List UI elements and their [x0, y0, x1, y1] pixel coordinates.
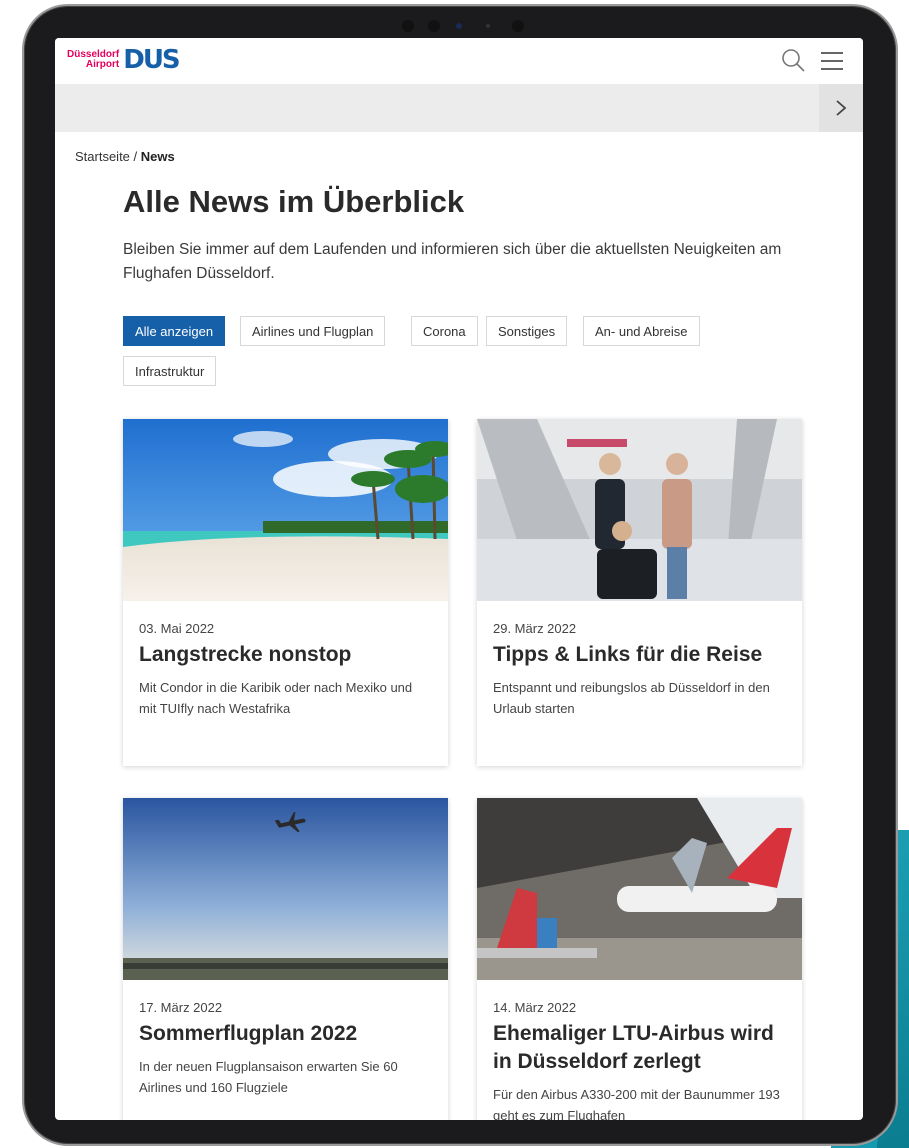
camera-dot: [512, 20, 524, 32]
search-button[interactable]: [779, 46, 809, 76]
browser-viewport: Düsseldorf Airport DUS Startseite / News…: [55, 38, 863, 1120]
airport-logo[interactable]: Düsseldorf Airport DUS: [67, 45, 181, 75]
site-header: Düsseldorf Airport DUS: [55, 38, 863, 84]
news-card-description: Mit Condor in die Karibik oder nach Mexi…: [139, 680, 413, 716]
news-card-image-beach: [123, 419, 448, 601]
news-card-image-airplane-sky: [123, 798, 448, 980]
filter-infrastructure[interactable]: Infrastruktur: [123, 356, 217, 386]
camera-dot: [428, 20, 440, 32]
news-card[interactable]: 29. März 2022 Tipps & Links für die Reis…: [477, 419, 802, 766]
news-card[interactable]: 14. März 2022 Ehemaliger LTU-Airbus wird…: [477, 798, 802, 1120]
breadcrumb-home-link[interactable]: Startseite: [75, 149, 130, 164]
filter-other[interactable]: Sonstiges: [486, 316, 568, 346]
chevron-right-icon: [836, 100, 847, 116]
filter-all[interactable]: Alle anzeigen: [123, 316, 226, 346]
news-card-image-hangar: [477, 798, 802, 980]
news-card-image-terminal: [477, 419, 802, 601]
news-card-date: 29. März 2022: [493, 621, 577, 636]
page-intro: Bleiben Sie immer auf dem Laufenden und …: [123, 241, 782, 282]
notice-strip: [55, 84, 863, 132]
camera-dot: [402, 20, 414, 32]
page-title: Alle News im Überblick: [123, 184, 465, 219]
sensor-dot: [486, 24, 490, 28]
filter-corona[interactable]: Corona: [411, 316, 478, 346]
news-card-description: Für den Airbus A330-200 mit der Baunumme…: [493, 1087, 780, 1120]
news-card-description: In der neuen Flugplansaison erwarten Sie…: [139, 1059, 398, 1095]
logo-line2: Airport: [85, 59, 120, 70]
news-card-title[interactable]: Langstrecke nonstop: [139, 641, 432, 669]
news-card-description: Entspannt und reibungslos ab Düsseldorf …: [493, 680, 770, 716]
filter-travel[interactable]: An- und Abreise: [583, 316, 700, 346]
news-card-title[interactable]: Sommerflugplan 2022: [139, 1020, 432, 1048]
news-card[interactable]: 17. März 2022 Sommerflugplan 2022 In der…: [123, 798, 448, 1120]
strip-next-button[interactable]: [819, 84, 863, 132]
news-card-date: 17. März 2022: [139, 1000, 223, 1015]
menu-button[interactable]: [817, 48, 847, 74]
breadcrumb-separator: /: [129, 149, 141, 164]
logo-mark: DUS: [123, 45, 180, 75]
filter-airlines[interactable]: Airlines und Flugplan: [240, 316, 386, 346]
news-card-title[interactable]: Ehemaliger LTU-Airbus wird in Düsseldorf…: [493, 1020, 786, 1076]
camera-lens: [456, 23, 462, 29]
search-icon: [782, 49, 805, 72]
news-card-title[interactable]: Tipps & Links für die Reise: [493, 641, 786, 669]
logo-wordmark: Düsseldorf Airport: [67, 50, 119, 70]
news-card-date: 03. Mai 2022: [139, 621, 215, 636]
hamburger-menu-icon: [817, 52, 847, 70]
news-card[interactable]: 03. Mai 2022 Langstrecke nonstop Mit Con…: [123, 419, 448, 766]
breadcrumb: Startseite / News: [75, 149, 175, 164]
breadcrumb-current: News: [140, 149, 175, 164]
news-card-date: 14. März 2022: [493, 1000, 577, 1015]
